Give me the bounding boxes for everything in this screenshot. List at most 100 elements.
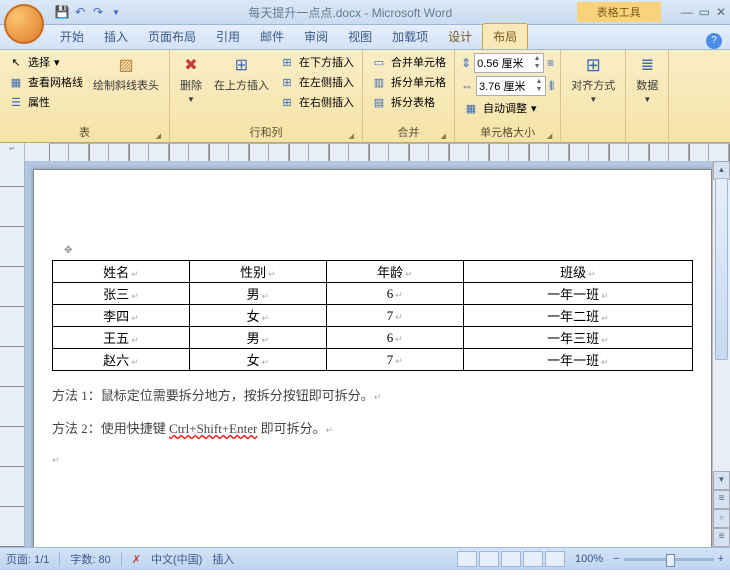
table-row: 赵六女7一年一班: [53, 349, 693, 371]
help-icon[interactable]: ?: [706, 33, 722, 49]
group-label-rowscols: 行和列: [176, 122, 356, 142]
insert-left-icon: ⊞: [279, 74, 295, 90]
split-cells-button[interactable]: ▥拆分单元格: [369, 73, 448, 91]
col-width-icon: ⇔: [461, 79, 473, 93]
table-row: 李四女7一年二班: [53, 305, 693, 327]
insert-above-button[interactable]: ⊞ 在上方插入: [210, 53, 273, 95]
table-row: 姓名性别年龄班级: [53, 261, 693, 283]
proofing-icon[interactable]: ✗: [132, 553, 141, 566]
browse-object-icon[interactable]: ○: [713, 509, 730, 528]
alignment-button[interactable]: ⊞ 对齐方式▼: [567, 53, 619, 106]
next-page-icon[interactable]: ≡: [713, 528, 730, 547]
split-cells-icon: ▥: [371, 74, 387, 90]
group-label-merge: 合并: [369, 122, 448, 142]
tab-home[interactable]: 开始: [50, 24, 94, 49]
vertical-scrollbar[interactable]: ▲ ▼ ≡ ○ ≡: [712, 161, 730, 547]
save-icon[interactable]: 💾: [54, 4, 70, 20]
tab-page-layout[interactable]: 页面布局: [138, 24, 206, 49]
properties-button[interactable]: ☰属性: [6, 93, 85, 111]
group-alignment: ⊞ 对齐方式▼ .: [561, 50, 626, 142]
document-table[interactable]: 姓名性别年龄班级 张三男6一年一班 李四女7一年二班 王五男6一年三班 赵六女7…: [52, 260, 693, 371]
redo-icon[interactable]: ↷: [90, 4, 106, 20]
autofit-icon: ▦: [463, 100, 479, 116]
ribbon: ↖选择▾ ▦查看网格线 ☰属性 ▨ 绘制斜线表头 表 ✖ 删除▼ ⊞ 在上方插入…: [0, 50, 730, 143]
insert-right-button[interactable]: ⊞在右侧插入: [277, 93, 356, 111]
ruler-toggle[interactable]: ⌐: [0, 143, 25, 161]
tab-insert[interactable]: 插入: [94, 24, 138, 49]
office-button[interactable]: [4, 4, 44, 44]
group-label-size: 单元格大小: [461, 122, 554, 142]
vertical-ruler[interactable]: [0, 161, 25, 547]
document-viewport[interactable]: ✥ 姓名性别年龄班级 张三男6一年一班 李四女7一年二班 王五男6一年三班 赵六…: [25, 161, 730, 547]
tab-mailings[interactable]: 邮件: [250, 24, 294, 49]
split-table-button[interactable]: ▤拆分表格: [369, 93, 448, 111]
delete-button[interactable]: ✖ 删除▼: [176, 53, 206, 106]
page-indicator[interactable]: 页面: 1/1: [6, 551, 49, 567]
prev-page-icon[interactable]: ≡: [713, 490, 730, 509]
data-button[interactable]: ≣ 数据▼: [632, 53, 662, 106]
status-bar: 页面: 1/1 字数: 80 ✗ 中文(中国) 插入 100% − +: [0, 547, 730, 570]
split-table-icon: ▤: [371, 94, 387, 110]
distribute-cols-icon[interactable]: ⦀: [549, 79, 554, 94]
zoom-out-icon[interactable]: −: [613, 553, 619, 565]
properties-icon: ☰: [8, 94, 24, 110]
merge-icon: ▭: [371, 54, 387, 70]
word-count[interactable]: 字数: 80: [70, 551, 110, 567]
draw-table-icon: ▨: [116, 55, 136, 75]
insert-right-icon: ⊞: [279, 94, 295, 110]
zoom-slider[interactable]: − +: [613, 553, 724, 565]
paragraph[interactable]: ↵: [52, 451, 693, 467]
insert-mode[interactable]: 插入: [212, 551, 234, 567]
close-icon[interactable]: ✕: [716, 5, 726, 19]
paragraph[interactable]: 方法 1：鼠标定位需要拆分地方，按拆分按钮即可拆分。↵: [52, 385, 693, 404]
row-height-input[interactable]: ▲▼: [474, 53, 544, 73]
table-row: 王五男6一年三班: [53, 327, 693, 349]
group-label-table: 表: [6, 122, 163, 142]
group-cell-size: ⇕ ▲▼ ≡ ⇔ ▲▼ ⦀ ▦自动调整▾ 单元格大小: [455, 50, 561, 142]
zoom-level[interactable]: 100%: [575, 553, 603, 565]
minimize-icon[interactable]: —: [681, 5, 693, 19]
table-row: 张三男6一年一班: [53, 283, 693, 305]
scroll-down-icon[interactable]: ▼: [713, 471, 730, 490]
group-merge: ▭合并单元格 ▥拆分单元格 ▤拆分表格 合并: [363, 50, 455, 142]
tab-design[interactable]: 设计: [438, 24, 482, 49]
view-buttons: [457, 551, 565, 567]
print-layout-view-icon[interactable]: [457, 551, 477, 567]
table-anchor-icon[interactable]: ✥: [64, 245, 72, 256]
insert-above-icon: ⊞: [232, 55, 252, 75]
col-width-input[interactable]: ▲▼: [476, 76, 546, 96]
horizontal-ruler[interactable]: [49, 143, 730, 163]
autofit-button[interactable]: ▦自动调整▾: [461, 99, 554, 117]
draw-diagonal-button[interactable]: ▨ 绘制斜线表头: [89, 53, 163, 95]
window-title: 每天提升一点点.docx - Microsoft Word: [124, 4, 577, 21]
select-button[interactable]: ↖选择▾: [6, 53, 85, 71]
data-icon: ≣: [637, 55, 657, 75]
pointer-icon: ↖: [8, 54, 24, 70]
zoom-in-icon[interactable]: +: [718, 553, 724, 565]
tab-addins[interactable]: 加载项: [382, 24, 438, 49]
fullscreen-view-icon[interactable]: [479, 551, 499, 567]
insert-below-button[interactable]: ⊞在下方插入: [277, 53, 356, 71]
merge-cells-button[interactable]: ▭合并单元格: [369, 53, 448, 71]
insert-left-button[interactable]: ⊞在左侧插入: [277, 73, 356, 91]
web-layout-view-icon[interactable]: [501, 551, 521, 567]
group-table: ↖选择▾ ▦查看网格线 ☰属性 ▨ 绘制斜线表头 表: [0, 50, 170, 142]
tab-view[interactable]: 视图: [338, 24, 382, 49]
ribbon-tabs: 开始 插入 页面布局 引用 邮件 审阅 视图 加载项 设计 布局 ?: [0, 25, 730, 50]
tab-review[interactable]: 审阅: [294, 24, 338, 49]
outline-view-icon[interactable]: [523, 551, 543, 567]
undo-icon[interactable]: ↶: [72, 4, 88, 20]
tab-references[interactable]: 引用: [206, 24, 250, 49]
qat-more-icon[interactable]: ▼: [108, 4, 124, 20]
maximize-icon[interactable]: ▭: [699, 5, 710, 19]
group-data: ≣ 数据▼ .: [626, 50, 669, 142]
paragraph[interactable]: 方法 2：使用快捷键 Ctrl+Shift+Enter 即可拆分。↵: [52, 418, 693, 437]
view-gridlines-button[interactable]: ▦查看网格线: [6, 73, 85, 91]
draft-view-icon[interactable]: [545, 551, 565, 567]
language-indicator[interactable]: 中文(中国): [151, 551, 202, 567]
distribute-rows-icon[interactable]: ≡: [547, 56, 554, 70]
page: ✥ 姓名性别年龄班级 张三男6一年一班 李四女7一年二班 王五男6一年三班 赵六…: [33, 169, 712, 547]
scroll-thumb[interactable]: [715, 178, 728, 360]
contextual-tab-title: 表格工具: [577, 2, 661, 22]
tab-layout[interactable]: 布局: [482, 23, 528, 49]
